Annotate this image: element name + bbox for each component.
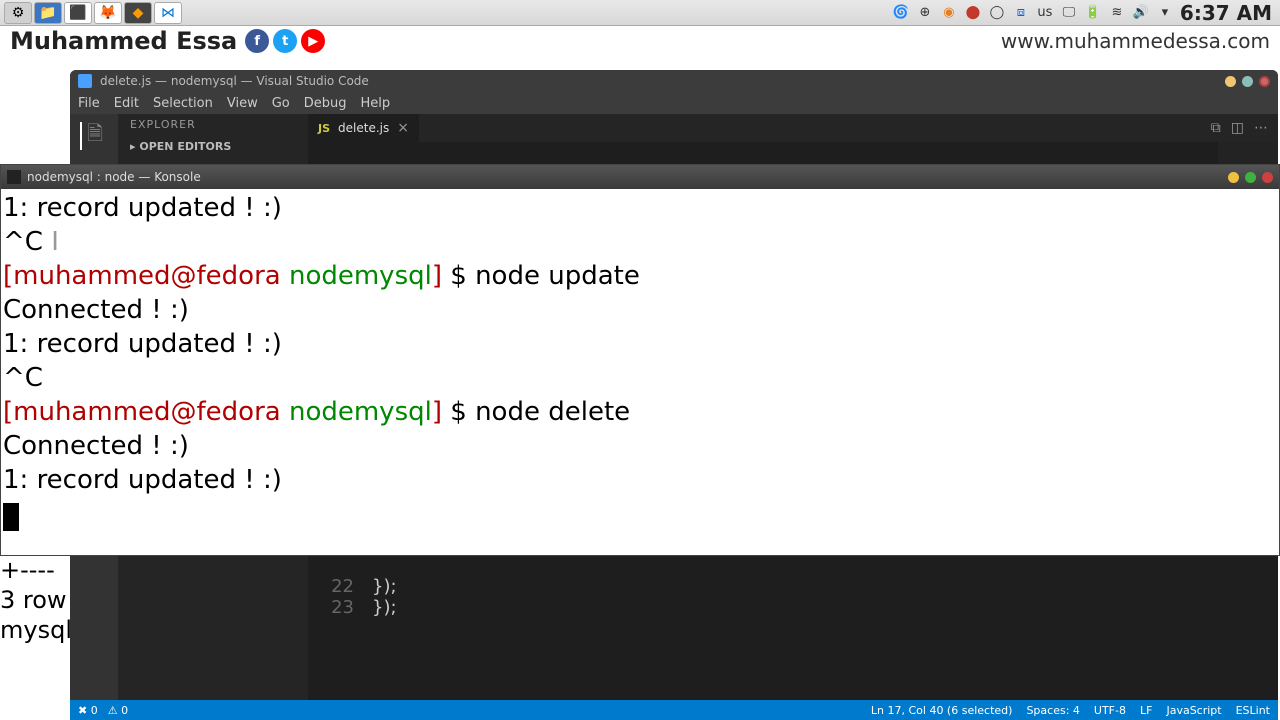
split-editor-icon[interactable]: ◫ xyxy=(1231,120,1244,136)
konsole-title: nodemysql : node — Konsole xyxy=(27,170,201,184)
system-panel: ⚙ 📁 ⬛ 🦊 ◆ ⋈ 🌀 ⊕ ◉ ⬤ ◯ ⧈ us 🖵 🔋 ≋ 🔊 ▾ 6:3… xyxy=(0,0,1280,26)
background-terminal: +---- 3 row mysql xyxy=(0,555,72,645)
terminal-line: ^C xyxy=(3,361,1279,395)
status-eol[interactable]: LF xyxy=(1140,704,1152,717)
terminal-prompt: [muhammed@fedora nodemysql] $ node delet… xyxy=(3,395,1279,429)
bg-term-line: +---- xyxy=(0,555,72,585)
bg-term-line: 3 row xyxy=(0,585,72,615)
terminal-line: 1: record updated ! :) xyxy=(3,463,1279,497)
firefox-icon[interactable]: 🦊 xyxy=(94,2,122,24)
close-icon[interactable] xyxy=(1262,172,1273,183)
vscode-titlebar[interactable]: delete.js — nodemysql — Visual Studio Co… xyxy=(70,70,1278,92)
vscode-title: delete.js — nodemysql — Visual Studio Co… xyxy=(100,74,369,88)
terminal-line: 1: record updated ! :) xyxy=(3,191,1279,225)
taskbar-left: ⚙ 📁 ⬛ 🦊 ◆ ⋈ xyxy=(0,2,182,24)
terminal-cursor-line xyxy=(3,497,1279,531)
tray-icon[interactable]: ◉ xyxy=(940,4,958,22)
system-tray: 🌀 ⊕ ◉ ⬤ ◯ ⧈ us 🖵 🔋 ≋ 🔊 ▾ 6:37 AM xyxy=(892,1,1280,25)
terminal-line: Connected ! :) xyxy=(3,293,1279,327)
explorer-icon[interactable]: 🗎 xyxy=(80,122,108,150)
block-cursor xyxy=(3,503,19,531)
menu-selection[interactable]: Selection xyxy=(153,96,213,111)
twitter-icon[interactable]: t xyxy=(273,29,297,53)
dropbox-icon[interactable]: ⧈ xyxy=(1012,4,1030,22)
facebook-icon[interactable]: f xyxy=(245,29,269,53)
youtube-icon[interactable]: ▶ xyxy=(301,29,325,53)
status-language[interactable]: JavaScript xyxy=(1166,704,1221,717)
battery-icon[interactable]: 🔋 xyxy=(1084,4,1102,22)
minimize-icon[interactable] xyxy=(1225,76,1236,87)
network-icon[interactable]: ≋ xyxy=(1108,4,1126,22)
vscode-task-icon[interactable]: ⋈ xyxy=(154,2,182,24)
keyboard-layout[interactable]: us xyxy=(1036,4,1054,22)
tab-label: delete.js xyxy=(338,121,389,135)
menu-view[interactable]: View xyxy=(227,96,258,111)
tray-icon[interactable]: 🌀 xyxy=(892,4,910,22)
compare-icon[interactable]: ⧉ xyxy=(1211,120,1221,136)
status-errors[interactable]: ✖ 0 xyxy=(78,704,98,717)
open-editors-section[interactable]: ▸ OPEN EDITORS xyxy=(118,138,308,158)
chrome-icon[interactable]: ◯ xyxy=(988,4,1006,22)
terminal-body[interactable]: 1: record updated ! :) ^C I [muhammed@fe… xyxy=(1,189,1279,531)
menu-file[interactable]: File xyxy=(78,96,100,111)
menu-debug[interactable]: Debug xyxy=(304,96,347,111)
sidebar-header: EXPLORER xyxy=(118,114,308,138)
tray-icon[interactable]: ⊕ xyxy=(916,4,934,22)
maximize-icon[interactable] xyxy=(1242,76,1253,87)
text-cursor-icon: I xyxy=(43,227,59,257)
menu-edit[interactable]: Edit xyxy=(114,96,139,111)
terminal-line: Connected ! :) xyxy=(3,429,1279,463)
terminal-prompt: [muhammed@fedora nodemysql] $ node updat… xyxy=(3,259,1279,293)
vscode-menubar: File Edit Selection View Go Debug Help xyxy=(70,92,1278,114)
record-icon[interactable]: ⬤ xyxy=(964,4,982,22)
files-icon[interactable]: 📁 xyxy=(34,2,62,24)
konsole-titlebar[interactable]: nodemysql : node — Konsole xyxy=(1,165,1279,189)
line-number: 23 xyxy=(308,597,372,618)
terminal-line: 1: record updated ! :) xyxy=(3,327,1279,361)
maximize-icon[interactable] xyxy=(1245,172,1256,183)
menu-go[interactable]: Go xyxy=(272,96,290,111)
dropdown-icon[interactable]: ▾ xyxy=(1156,4,1174,22)
bg-term-line: mysql xyxy=(0,615,72,645)
status-spaces[interactable]: Spaces: 4 xyxy=(1026,704,1079,717)
line-number: 22 xyxy=(308,576,372,597)
vscode-icon xyxy=(78,74,92,88)
status-encoding[interactable]: UTF-8 xyxy=(1094,704,1126,717)
code-line: }); xyxy=(372,597,397,618)
konsole-icon xyxy=(7,170,21,184)
editor-tabs: JS delete.js × ⧉ ◫ ⋯ xyxy=(308,114,1278,142)
status-warnings[interactable]: ⚠ 0 xyxy=(108,704,128,717)
app-menu-icon[interactable]: ⚙ xyxy=(4,2,32,24)
sublime-icon[interactable]: ◆ xyxy=(124,2,152,24)
code-line: }); xyxy=(372,576,397,597)
more-icon[interactable]: ⋯ xyxy=(1254,120,1268,136)
clock[interactable]: 6:37 AM xyxy=(1180,1,1272,25)
menu-help[interactable]: Help xyxy=(361,96,391,111)
terminal-line: ^C I xyxy=(3,225,1279,259)
js-file-icon: JS xyxy=(318,122,330,135)
website-url: www.muhammedessa.com xyxy=(1001,29,1270,53)
close-icon[interactable] xyxy=(1259,76,1270,87)
konsole-window: nodemysql : node — Konsole 1: record upd… xyxy=(0,164,1280,556)
display-icon[interactable]: 🖵 xyxy=(1060,4,1078,22)
close-tab-icon[interactable]: × xyxy=(397,120,409,136)
status-eslint[interactable]: ESLint xyxy=(1236,704,1270,717)
tab-delete-js[interactable]: JS delete.js × xyxy=(308,114,419,142)
code-editor[interactable]: 22 }); 23}); xyxy=(308,572,1278,622)
minimize-icon[interactable] xyxy=(1228,172,1239,183)
terminal-icon[interactable]: ⬛ xyxy=(64,2,92,24)
author-name: Muhammed Essa xyxy=(10,27,237,55)
video-banner: Muhammed Essa f t ▶ www.muhammedessa.com xyxy=(0,26,1280,56)
status-position[interactable]: Ln 17, Col 40 (6 selected) xyxy=(871,704,1013,717)
vscode-statusbar: ✖ 0 ⚠ 0 Ln 17, Col 40 (6 selected) Space… xyxy=(70,700,1278,720)
volume-icon[interactable]: 🔊 xyxy=(1132,4,1150,22)
